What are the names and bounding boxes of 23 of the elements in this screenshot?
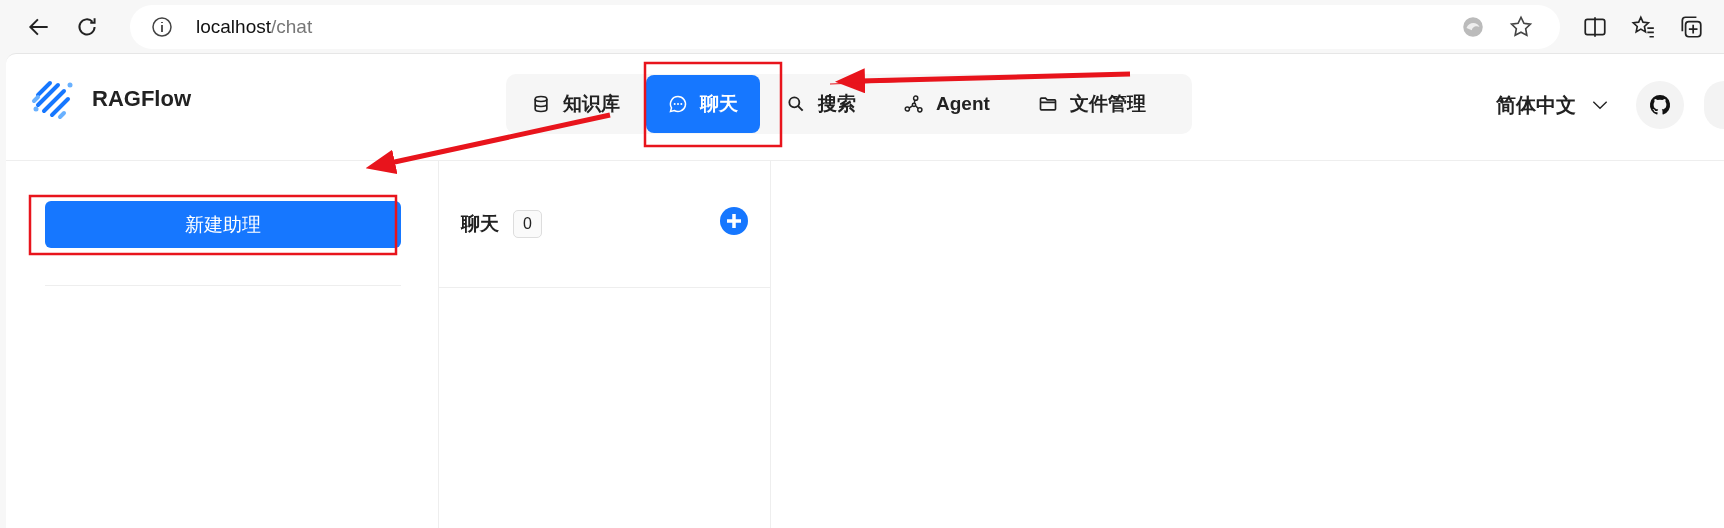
nav-tab[interactable]: 搜索 [764, 75, 878, 133]
nodes-icon [904, 94, 924, 114]
favorites-icon[interactable] [1630, 13, 1656, 40]
search-icon [786, 94, 806, 114]
nav-tab[interactable]: 聊天 [646, 75, 760, 133]
github-icon [1648, 93, 1672, 117]
folder-icon [1037, 94, 1058, 114]
brand-name: RAGFlow [92, 86, 191, 112]
add-icon[interactable] [720, 207, 748, 235]
url-text: localhost/chat [196, 15, 313, 38]
chat-count: 0 [513, 210, 542, 238]
nav-tab[interactable]: 文件管理 [1015, 75, 1168, 133]
chat-icon [668, 94, 688, 114]
new-assistant-button[interactable]: 新建助理 [45, 201, 401, 248]
language-select[interactable]: 简体中文 [1490, 90, 1616, 120]
info-icon [150, 14, 174, 39]
nav-tab[interactable]: Agent [882, 75, 1012, 133]
github-button[interactable] [1636, 81, 1684, 129]
collections-icon[interactable] [1678, 13, 1704, 40]
nav-tab[interactable]: 知识库 [509, 75, 642, 133]
address-bar[interactable]: localhost/chat [130, 4, 1560, 49]
panel-title: 聊天 [461, 212, 499, 236]
database-icon [531, 94, 551, 114]
